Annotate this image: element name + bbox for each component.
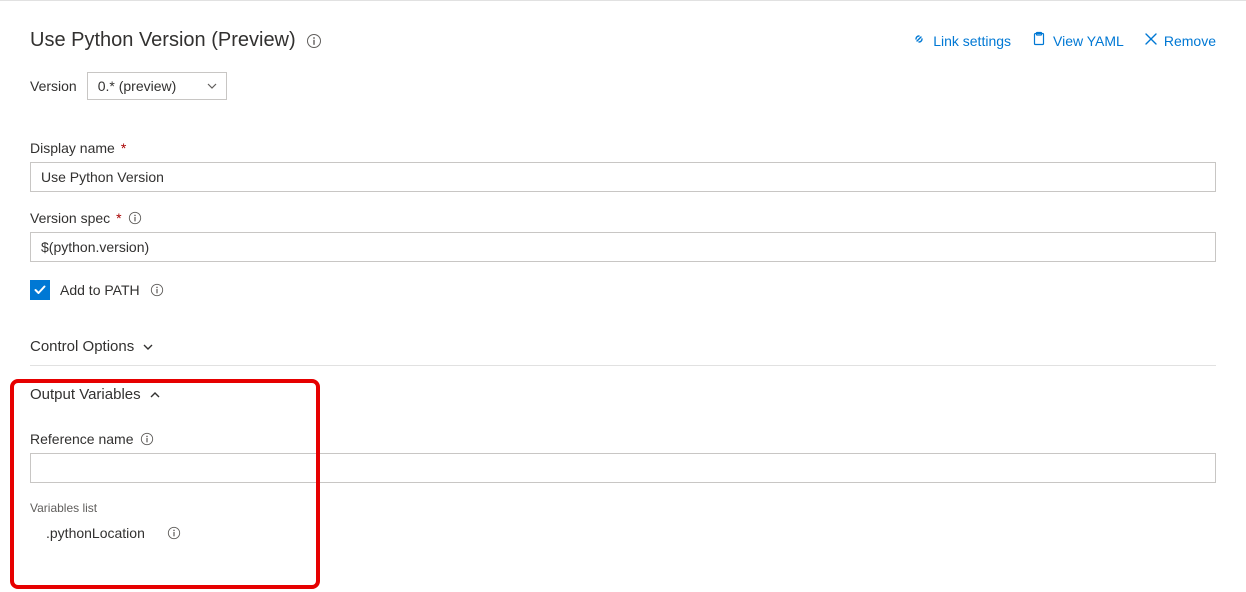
chevron-up-icon: [149, 389, 161, 401]
remove-button[interactable]: Remove: [1144, 32, 1216, 49]
variables-list-label: Variables list: [30, 501, 1216, 515]
header-row: Use Python Version (Preview) Link settin…: [30, 29, 1216, 52]
info-icon[interactable]: [306, 33, 322, 49]
link-settings-button[interactable]: Link settings: [911, 31, 1011, 50]
clipboard-icon: [1031, 31, 1047, 50]
required-marker: *: [121, 140, 126, 156]
reference-name-field: Reference name: [30, 431, 1216, 483]
info-icon[interactable]: [150, 283, 164, 297]
chevron-down-icon: [142, 341, 154, 353]
version-select-value: 0.* (preview): [98, 78, 177, 94]
reference-name-input[interactable]: [30, 453, 1216, 483]
close-icon: [1144, 32, 1158, 49]
view-yaml-button[interactable]: View YAML: [1031, 31, 1124, 50]
add-to-path-row: Add to PATH: [30, 280, 1216, 300]
info-icon[interactable]: [140, 432, 154, 446]
link-settings-label: Link settings: [933, 33, 1011, 49]
page-title: Use Python Version (Preview): [30, 29, 296, 52]
version-spec-input[interactable]: [30, 232, 1216, 262]
required-marker: *: [116, 210, 121, 226]
variable-item: .pythonLocation: [30, 525, 1216, 541]
chevron-down-icon: [206, 80, 218, 92]
title-group: Use Python Version (Preview): [30, 29, 322, 52]
version-label: Version: [30, 78, 77, 94]
display-name-input[interactable]: [30, 162, 1216, 192]
output-variables-content: Reference name Variables list .pythonLoc…: [30, 413, 1216, 541]
link-icon: [911, 31, 927, 50]
reference-name-label: Reference name: [30, 431, 134, 447]
output-variables-section[interactable]: Output Variables: [30, 376, 1216, 413]
version-select[interactable]: 0.* (preview): [87, 72, 227, 100]
add-to-path-checkbox[interactable]: [30, 280, 50, 300]
version-spec-field: Version spec *: [30, 210, 1216, 262]
variable-name: .pythonLocation: [46, 525, 145, 541]
action-bar: Link settings View YAML Remove: [911, 31, 1216, 50]
info-icon[interactable]: [167, 526, 181, 540]
remove-label: Remove: [1164, 33, 1216, 49]
version-spec-label: Version spec: [30, 210, 110, 226]
add-to-path-label: Add to PATH: [60, 282, 140, 298]
display-name-field: Display name *: [30, 140, 1216, 192]
display-name-label: Display name: [30, 140, 115, 156]
view-yaml-label: View YAML: [1053, 33, 1124, 49]
info-icon[interactable]: [128, 211, 142, 225]
version-row: Version 0.* (preview): [30, 72, 1216, 100]
control-options-label: Control Options: [30, 338, 134, 355]
control-options-section[interactable]: Control Options: [30, 328, 1216, 366]
output-variables-label: Output Variables: [30, 386, 141, 403]
